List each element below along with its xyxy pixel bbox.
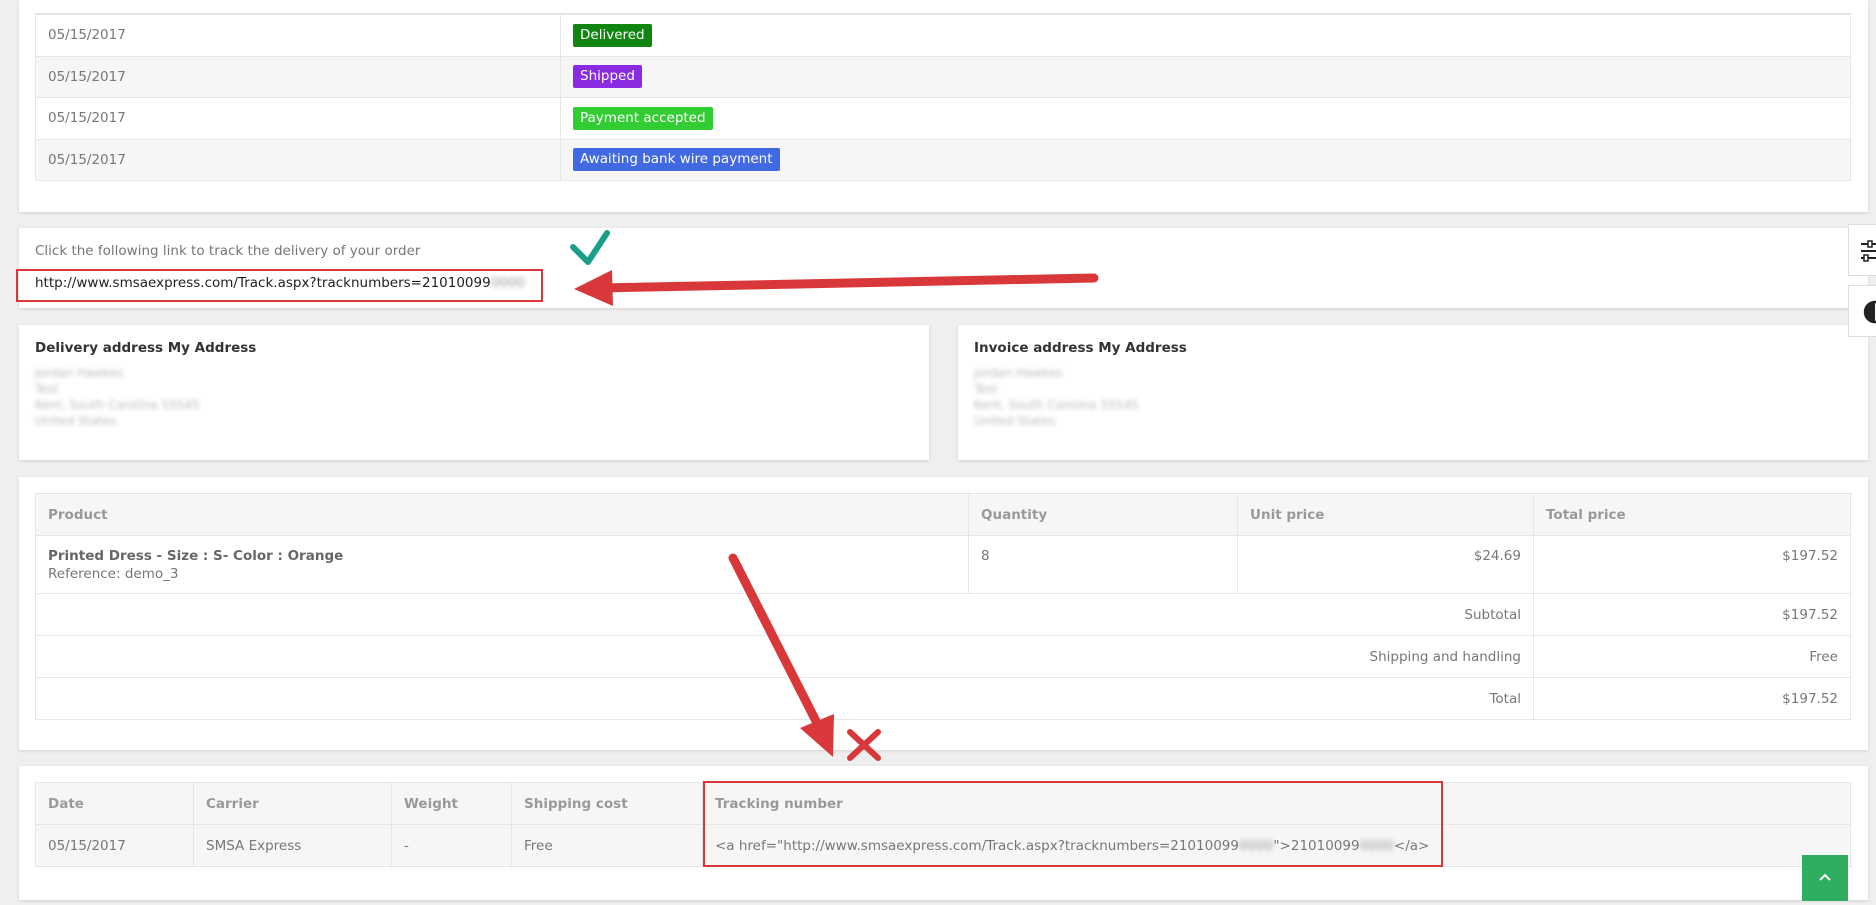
col-carrier: Carrier [193, 782, 392, 825]
shipping-handling-label: Shipping and handling [35, 635, 1534, 678]
shipping-weight: - [391, 824, 512, 867]
address-line: Jordan Hawkes [974, 366, 1063, 380]
address-line: Test [35, 382, 59, 396]
col-quantity: Quantity [968, 493, 1238, 536]
col-unit-price: Unit price [1237, 493, 1534, 536]
tracking-intro: Click the following link to track the de… [35, 243, 421, 259]
col-product: Product [35, 493, 969, 536]
back-to-top-button[interactable] [1802, 855, 1848, 901]
address-line: Kent, South Carolina 55545 [974, 398, 1139, 412]
shipping-handling-row: Shipping and handling Free [35, 635, 1851, 678]
total-row: Total $197.52 [35, 677, 1851, 720]
product-quantity: 8 [968, 535, 1238, 594]
theme-toggle-tab[interactable] [1848, 285, 1876, 337]
address-line: Jordan Hawkes [35, 366, 124, 380]
delivery-address-title: Delivery address My Address [35, 340, 257, 356]
status-badge-delivered: Delivered [573, 23, 652, 47]
invoice-address-title: Invoice address My Address [974, 340, 1187, 356]
shipping-cost: Free [511, 824, 703, 867]
products-table: Product Quantity Unit price Total price … [35, 493, 1851, 720]
product-row: Printed Dress - Size : S- Color : Orange… [35, 535, 1851, 594]
sliders-icon [1861, 240, 1876, 262]
history-date: 05/15/2017 [35, 55, 561, 98]
status-badge-shipped: Shipped [573, 65, 642, 89]
product-unit-price: $24.69 [1237, 535, 1534, 594]
status-badge-awaiting-bank-wire: Awaiting bank wire payment [573, 148, 780, 172]
products-card: Product Quantity Unit price Total price … [19, 477, 1868, 750]
col-weight: Weight [391, 782, 512, 825]
chevron-up-icon [1819, 873, 1831, 881]
product-total-price: $197.52 [1533, 535, 1851, 594]
history-date: 05/15/2017 [35, 97, 561, 140]
address-line: Kent, South Carolina 55545 [35, 398, 200, 412]
tracking-link-highlight [16, 269, 543, 302]
settings-tab[interactable] [1848, 224, 1876, 276]
half-circle-icon [1863, 300, 1876, 324]
product-reference: Reference: demo_3 [48, 566, 179, 582]
shipping-carrier: SMSA Express [193, 824, 392, 867]
status-badge-payment-accepted: Payment accepted [573, 106, 713, 130]
history-row: 05/15/2017 Shipped [35, 55, 1851, 98]
total-label: Total [35, 677, 1534, 720]
total-value: $197.52 [1533, 677, 1851, 720]
tracking-number-highlight [703, 781, 1443, 867]
subtotal-label: Subtotal [35, 593, 1534, 636]
subtotal-value: $197.52 [1533, 593, 1851, 636]
col-date: Date [35, 782, 194, 825]
invoice-address-card: Invoice address My Address Jordan Hawkes… [958, 325, 1868, 460]
col-total-price: Total price [1533, 493, 1851, 536]
invoice-address-lines: Jordan Hawkes Test Kent, South Carolina … [974, 365, 1139, 429]
address-line: Test [974, 382, 998, 396]
history-date: 05/15/2017 [35, 14, 561, 57]
product-name: Printed Dress - Size : S- Color : Orange [48, 548, 344, 564]
delivery-address-card: Delivery address My Address Jordan Hawke… [19, 325, 929, 460]
history-row: 05/15/2017 Awaiting bank wire payment [35, 138, 1851, 181]
address-line: United States [35, 414, 117, 428]
shipping-handling-value: Free [1533, 635, 1851, 678]
col-shipping-cost: Shipping cost [511, 782, 703, 825]
delivery-address-lines: Jordan Hawkes Test Kent, South Carolina … [35, 365, 200, 429]
order-history-card: 05/15/2017 Delivered 05/15/2017 Shipped … [19, 0, 1868, 212]
history-row: 05/15/2017 Delivered [35, 14, 1851, 57]
history-row: 05/15/2017 Payment accepted [35, 97, 1851, 140]
address-line: United States [974, 414, 1056, 428]
history-date: 05/15/2017 [35, 138, 561, 181]
order-history-table: 05/15/2017 Delivered 05/15/2017 Shipped … [35, 13, 1851, 181]
subtotal-row: Subtotal $197.52 [35, 593, 1851, 636]
products-header-row: Product Quantity Unit price Total price [35, 493, 1851, 536]
shipping-date: 05/15/2017 [35, 824, 194, 867]
